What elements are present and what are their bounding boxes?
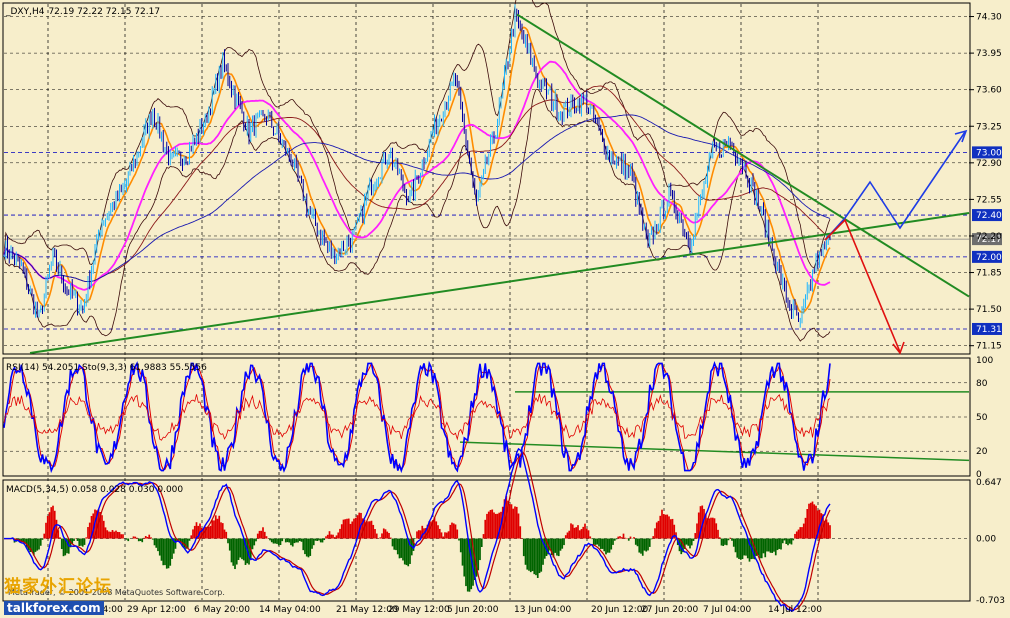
price-tick-label: 72.55 [976,195,1002,205]
y-axis-tick-labels: 74.30 73.95 73.60 73.25 72.90 72.55 72.20 71.85… [969,13,1005,606]
forecast-down-path [824,218,901,353]
macd-histogram-lines [4,447,831,613]
rsi-tick-label: 100 [976,356,993,366]
macd-tick-label: 0.647 [976,478,1002,488]
price-level-label: 72.40 [976,211,1002,221]
rsi-tick-label: 50 [976,413,988,423]
stochastic-signal-line [3,362,831,472]
horizontal-gridlines [4,16,969,539]
moving-averages [3,26,831,314]
x-tick-label: 29 May 12:00 [388,605,450,615]
price-tick-label: 72.20 [976,232,1002,242]
rsi-tick-label: 20 [976,447,988,457]
macd-tick-label: -0.703 [976,596,1005,606]
x-tick-label: 5 Jun 20:00 [447,605,499,615]
x-tick-label: 7 Jul 04:00 [703,605,752,615]
price-level-label: 71.31 [976,325,1002,335]
x-tick-label: 29 Apr 12:00 [127,605,186,615]
bollinger-upper [3,0,831,269]
rsi-panel-title: RSI(14) 54.2051 Sto(9,3,3) 61.9883 55.55… [6,363,207,373]
x-tick-label: 14 Jul 12:00 [768,605,822,615]
x-tick-label: 13 Jun 04:00 [514,605,571,615]
x-tick-label: 6 May 20:00 [194,605,250,615]
price-tick-label: 73.25 [976,122,1002,132]
price-level-label: 73.00 [976,148,1002,158]
price-tick-label: 72.90 [976,159,1002,169]
rsi-tick-label: 80 [976,379,988,389]
watermark-site: talkforex.com [4,601,104,615]
price-tick-label: 73.60 [976,86,1002,96]
price-level-label: 72.00 [976,253,1002,263]
bollinger-bands [3,0,831,342]
price-tick-label: 74.30 [976,13,1002,23]
price-tick-label: 71.15 [976,342,1002,352]
x-tick-label: 14 May 04:00 [259,605,321,615]
x-tick-label: 20 Jun 12:00 [591,605,648,615]
macd-tick-label: 0.00 [976,535,996,545]
price-tick-label: 71.85 [976,269,1002,279]
resistance-trendline [516,13,970,298]
x-axis-tick-labels: 14 Apr 200822 Apr 04:0029 Apr 12:006 May… [6,605,822,615]
watermark-brand: 猫家外汇论坛 [4,577,112,597]
price-candles [3,4,831,328]
price-panel-title: _DXY,H4 72.19 72.22 72.15 72.17 [5,7,160,17]
rsi-stochastic-lines [3,360,831,474]
price-tick-label: 71.50 [976,305,1002,315]
macd-panel-title: MACD(5,34,5) 0.058 0.028 0.030 0.000 [6,485,183,495]
x-tick-label: 27 Jun 20:00 [641,605,698,615]
forecast-arrows [824,129,968,355]
ma-fast-line [3,26,831,314]
macd-panel-frame [2,479,971,602]
price-tick-label: 73.95 [976,49,1002,59]
forex-chart-canvas: 73.0072.4072.1772.0071.31 74.3073.9573.6… [2,0,1005,615]
